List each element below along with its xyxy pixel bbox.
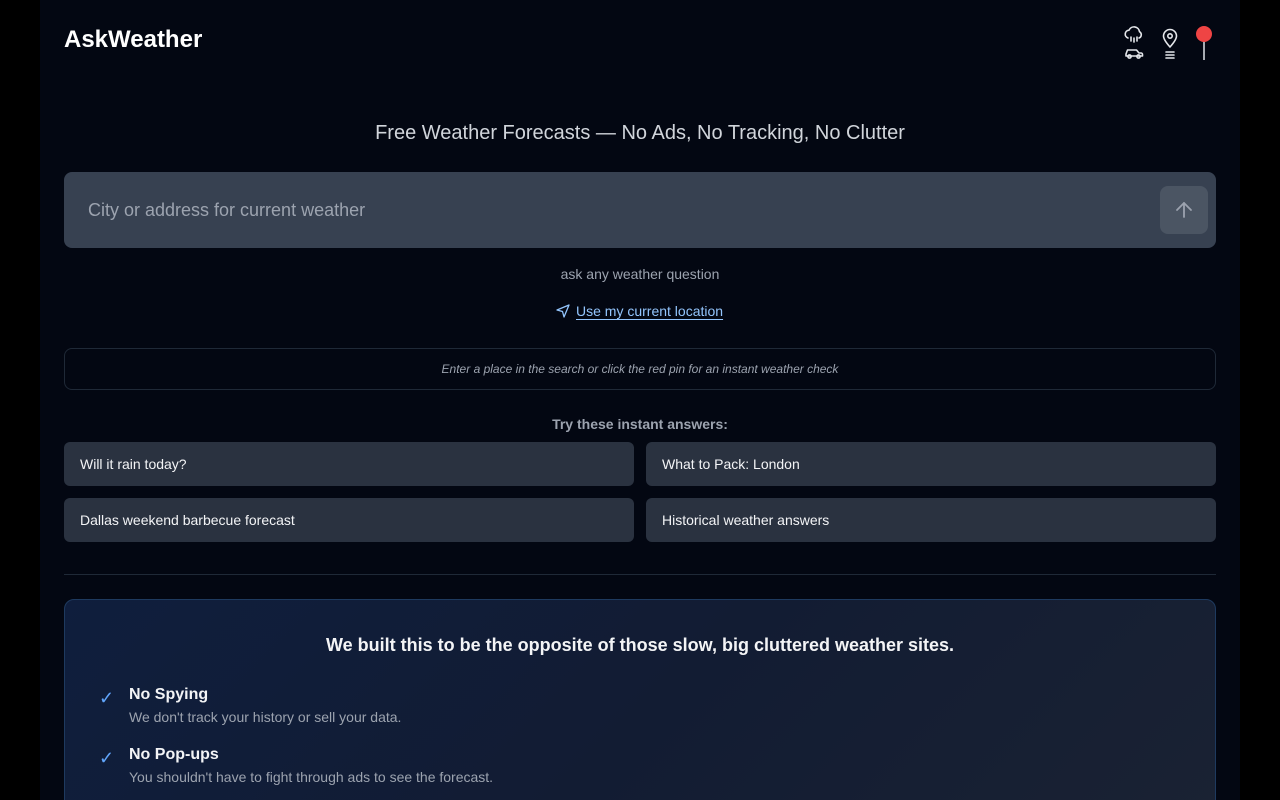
arrow-up-icon xyxy=(1176,202,1192,218)
map-pin-list-icon[interactable] xyxy=(1158,24,1182,64)
red-pin-icon[interactable] xyxy=(1192,24,1216,64)
search-hint: ask any weather question xyxy=(560,266,720,282)
feature-title: No Pop-ups xyxy=(129,746,219,763)
use-location-label[interactable]: Use my current location xyxy=(576,303,723,319)
info-notice: Enter a place in the search or click the… xyxy=(64,348,1216,390)
search-bar xyxy=(64,172,1216,248)
suggestions-heading: Try these instant answers: xyxy=(552,416,728,432)
suggestion-historical[interactable]: Historical weather answers xyxy=(646,498,1216,542)
feature-desc: You shouldn't have to fight through ads … xyxy=(129,769,494,785)
feature-title: No Spying xyxy=(129,686,209,703)
page: AskWeather Free Weather Forecasts — No A… xyxy=(40,0,1240,800)
suggestion-dallas-bbq[interactable]: Dallas weekend barbecue forecast xyxy=(64,498,634,542)
divider xyxy=(64,574,1216,575)
feature-item: ✓ No Spying We don't track your history … xyxy=(99,686,999,730)
suggestion-rain-today[interactable]: Will it rain today? xyxy=(64,442,634,486)
use-location-link[interactable]: Use my current location xyxy=(556,301,723,321)
promo-card: We built this to be the opposite of thos… xyxy=(64,599,1216,800)
cloud-rain-car-icon[interactable] xyxy=(1122,24,1146,64)
navigation-arrow-icon xyxy=(556,304,570,318)
brand-logo[interactable]: AskWeather xyxy=(64,26,202,54)
check-icon: ✓ xyxy=(99,748,115,768)
search-input[interactable] xyxy=(64,172,1144,248)
promo-title: We built this to be the opposite of thos… xyxy=(325,635,955,655)
hero-title: Free Weather Forecasts — No Ads, No Trac… xyxy=(375,122,905,144)
submit-button[interactable] xyxy=(1160,186,1208,234)
check-icon: ✓ xyxy=(99,688,115,708)
feature-item: ✓ No Pop-ups You shouldn't have to fight… xyxy=(99,746,999,790)
suggestion-pack-london[interactable]: What to Pack: London xyxy=(646,442,1216,486)
feature-desc: We don't track your history or sell your… xyxy=(129,709,402,725)
header: AskWeather xyxy=(64,24,1216,64)
